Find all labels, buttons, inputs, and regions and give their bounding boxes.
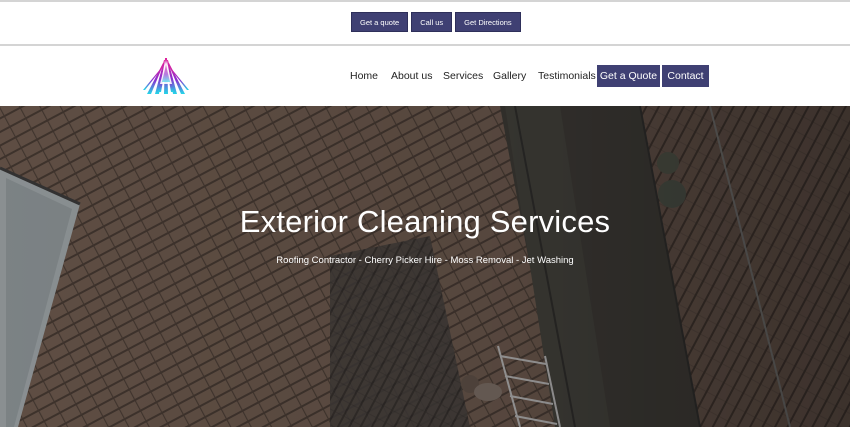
- hero-subtitle: Roofing Contractor - Cherry Picker Hire …: [276, 255, 574, 266]
- top-utility-bar: Get a quote Call us Get Directions: [0, 0, 850, 46]
- nav-testimonials[interactable]: Testimonials: [538, 65, 596, 87]
- triangle-sunburst-logo-icon[interactable]: [142, 54, 190, 98]
- get-a-quote-button[interactable]: Get a quote: [351, 12, 409, 32]
- top-action-buttons: Get a quote Call us Get Directions: [351, 12, 521, 32]
- hero-title: Exterior Cleaning Services: [239, 204, 611, 239]
- get-a-quote-nav-button[interactable]: Get a Quote: [597, 65, 660, 87]
- nav-about-us[interactable]: About us: [391, 65, 432, 87]
- nav-home[interactable]: Home: [350, 65, 378, 87]
- nav-gallery[interactable]: Gallery: [493, 65, 526, 87]
- hero-section: Exterior Cleaning Services Roofing Contr…: [0, 106, 850, 427]
- hero-overlay: [0, 106, 850, 427]
- site-header: Home About us Services Gallery Testimoni…: [0, 46, 850, 106]
- get-directions-button[interactable]: Get Directions: [455, 12, 521, 32]
- call-us-button[interactable]: Call us: [411, 12, 453, 32]
- nav-services[interactable]: Services: [443, 65, 483, 87]
- contact-nav-button[interactable]: Contact: [662, 65, 709, 87]
